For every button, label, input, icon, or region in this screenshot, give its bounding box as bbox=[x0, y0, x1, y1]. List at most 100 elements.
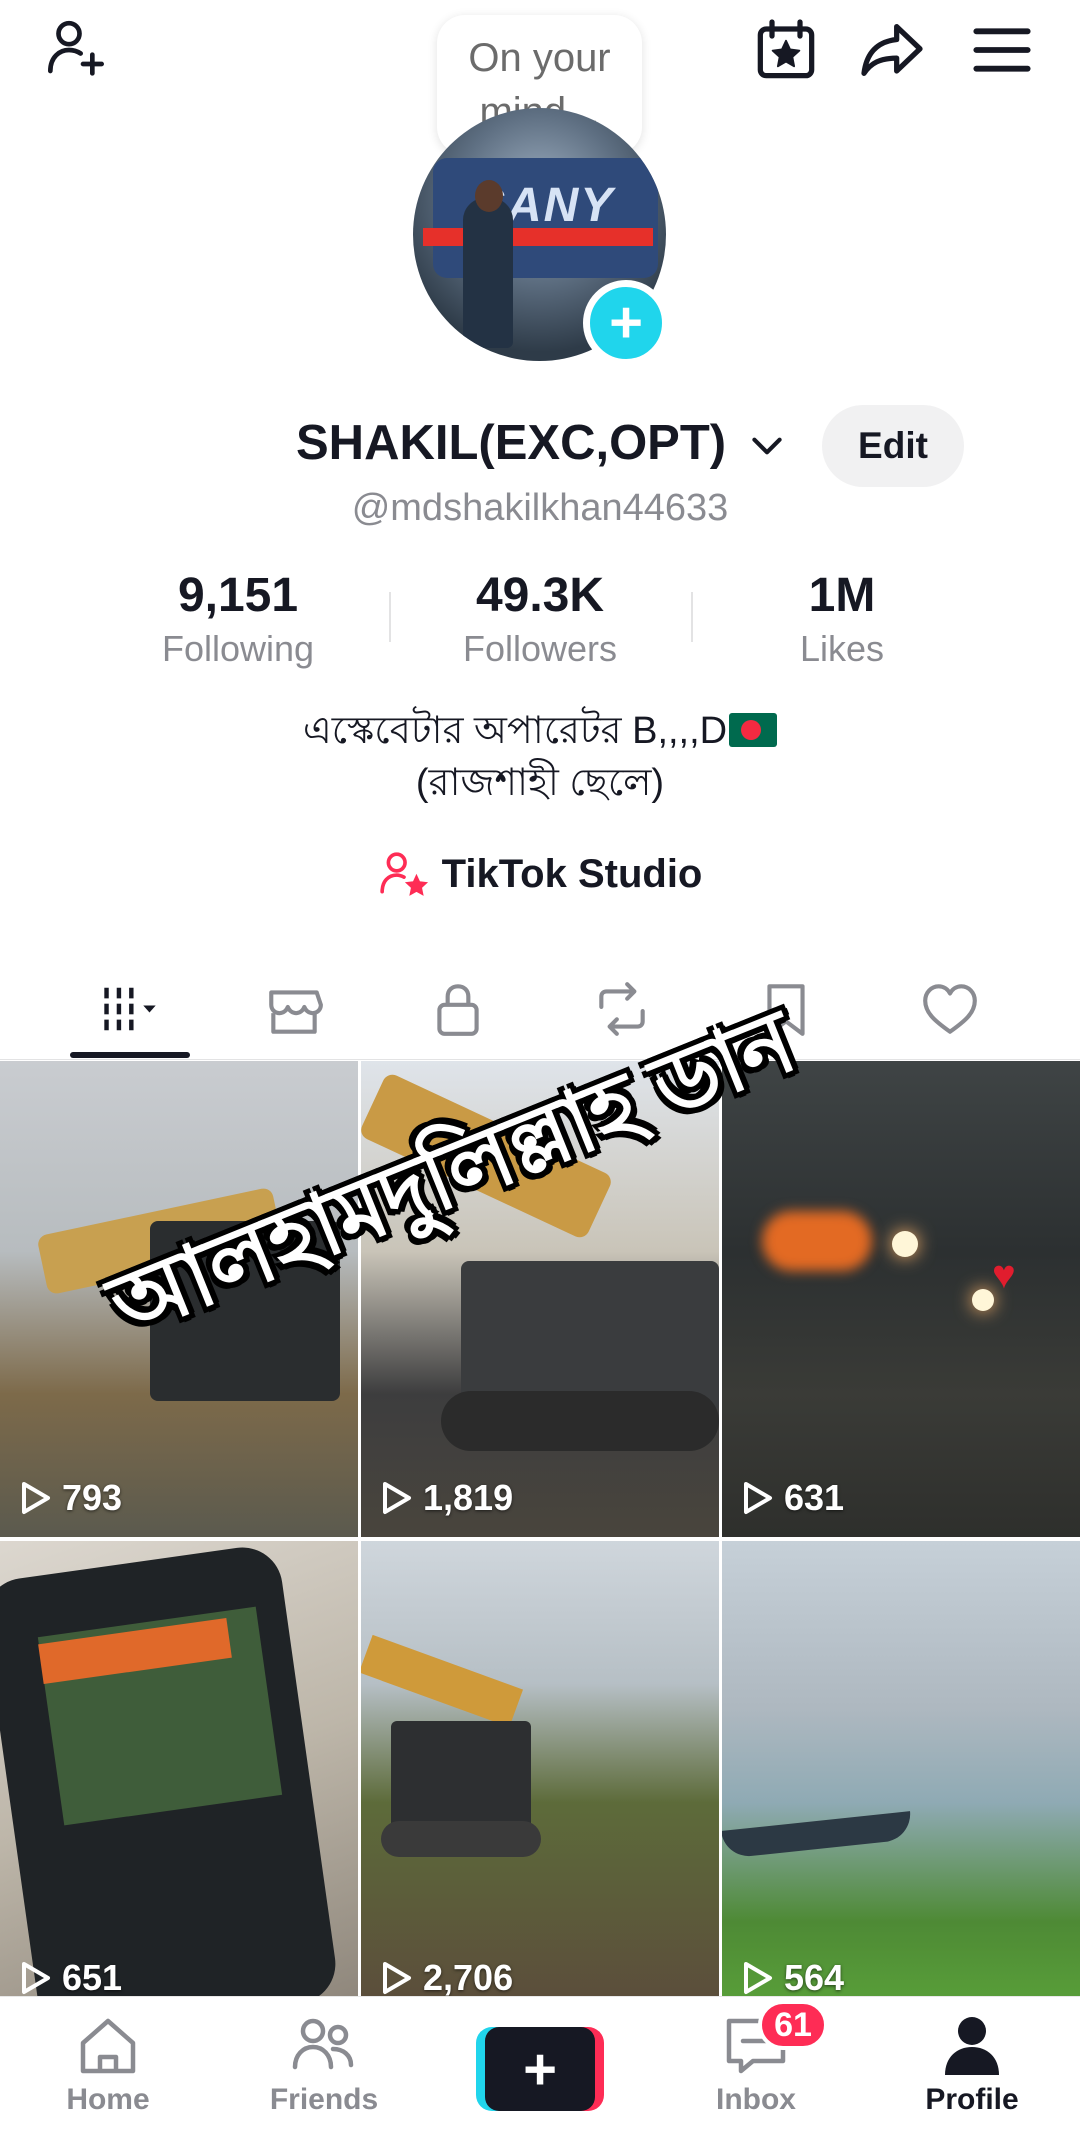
excavator-body bbox=[461, 1261, 719, 1411]
add-friend-button[interactable] bbox=[36, 10, 116, 90]
person-plus-icon bbox=[48, 20, 104, 76]
nav-inbox-label: Inbox bbox=[716, 2083, 796, 2116]
play-icon bbox=[383, 1962, 411, 1994]
inbox-badge: 61 bbox=[758, 2000, 828, 2050]
bottom-nav: Home Friends + Inbox Profile bbox=[0, 1996, 1080, 2132]
view-count: 651 bbox=[18, 1957, 122, 1999]
view-count-text: 793 bbox=[62, 1477, 123, 1518]
tab-shop[interactable] bbox=[212, 958, 376, 1060]
nav-friends-label: Friends bbox=[269, 2083, 379, 2116]
light-glow bbox=[762, 1211, 872, 1271]
tab-saved[interactable] bbox=[704, 958, 868, 1060]
view-count-text: 564 bbox=[784, 1957, 845, 1998]
calendar-star-icon bbox=[757, 19, 815, 79]
tab-indicator bbox=[70, 1052, 190, 1058]
bio-line-1: এস্কেবেটার অপারেটর B,,,,D bbox=[0, 705, 1080, 757]
light-dot bbox=[892, 1231, 918, 1257]
video-thumbnail[interactable]: 564 bbox=[722, 1541, 1080, 2017]
friends-icon bbox=[292, 2018, 354, 2070]
heart-icon bbox=[923, 984, 977, 1034]
excavator-track bbox=[381, 1821, 541, 1857]
studio-icon bbox=[379, 852, 428, 896]
username-handle: @mdshakilkhan44633 bbox=[351, 487, 729, 529]
chevron-down-icon[interactable] bbox=[746, 425, 788, 467]
video-thumbnail[interactable]: 1,819 bbox=[361, 1061, 719, 1537]
stat-followers[interactable]: 49.3K Followers bbox=[390, 567, 690, 673]
nav-friends[interactable]: Friends bbox=[224, 1997, 424, 2132]
likes-label: Likes bbox=[799, 628, 885, 669]
content-tabs bbox=[0, 958, 1080, 1060]
play-icon bbox=[744, 1962, 772, 1994]
nav-home[interactable]: Home bbox=[8, 1997, 208, 2132]
menu-button[interactable] bbox=[962, 10, 1042, 90]
view-count: 2,706 bbox=[379, 1957, 513, 1999]
nav-home-label: Home bbox=[66, 2083, 150, 2116]
excavator-arm bbox=[361, 1634, 524, 1728]
view-count-text: 631 bbox=[784, 1477, 845, 1518]
video-grid: 793 1,819 ♥ 631 651 2,706 564 bbox=[0, 1061, 1080, 2017]
followers-count: 49.3K bbox=[475, 569, 605, 622]
excavator-arm bbox=[361, 1071, 615, 1241]
excavator-cab bbox=[150, 1221, 340, 1401]
repost-icon bbox=[599, 982, 645, 1036]
view-count-text: 2,706 bbox=[423, 1957, 514, 1998]
following-count: 9,151 bbox=[177, 569, 299, 622]
studio-label: TikTok Studio bbox=[441, 851, 703, 896]
shop-icon bbox=[269, 990, 323, 1034]
share-button[interactable] bbox=[852, 10, 932, 90]
play-icon bbox=[22, 1482, 50, 1514]
excavator-track bbox=[441, 1391, 719, 1451]
edit-profile-button[interactable]: Edit bbox=[822, 405, 964, 487]
stat-likes[interactable]: 1M Likes bbox=[692, 567, 992, 673]
home-icon bbox=[80, 2018, 136, 2074]
bangladesh-flag-icon bbox=[729, 713, 778, 747]
view-count-text: 651 bbox=[62, 1957, 123, 1998]
view-count-text: 1,819 bbox=[423, 1477, 514, 1518]
tab-videos[interactable] bbox=[48, 958, 212, 1060]
likes-count: 1M bbox=[808, 569, 876, 622]
avatar-person bbox=[463, 198, 513, 348]
view-count: 564 bbox=[740, 1957, 844, 1999]
play-icon bbox=[744, 1482, 772, 1514]
nav-profile-label: Profile bbox=[925, 2083, 1019, 2116]
stats-row: 9,151 Following 49.3K Followers 1M Likes bbox=[0, 567, 1080, 677]
create-button[interactable]: + bbox=[476, 2027, 604, 2111]
excavator-cab bbox=[391, 1721, 531, 1831]
calendar-button[interactable] bbox=[746, 10, 826, 90]
play-icon bbox=[383, 1482, 411, 1514]
boat bbox=[722, 1811, 913, 1859]
share-arrow-icon bbox=[861, 24, 923, 76]
display-name[interactable]: SHAKIL(EXC,OPT) bbox=[296, 415, 726, 471]
grid-bars-icon bbox=[104, 987, 156, 1031]
bookmark-icon bbox=[767, 984, 805, 1036]
hamburger-icon bbox=[973, 28, 1031, 72]
tiktok-studio-link[interactable]: TikTok Studio bbox=[0, 848, 1080, 900]
plus-icon: + bbox=[609, 290, 643, 355]
tab-private[interactable] bbox=[376, 958, 540, 1060]
tab-liked[interactable] bbox=[868, 958, 1032, 1060]
video-thumbnail[interactable]: 2,706 bbox=[361, 1541, 719, 2017]
tab-reposts[interactable] bbox=[540, 958, 704, 1060]
lock-icon bbox=[437, 984, 479, 1036]
heart-emoji-icon: ♥ bbox=[992, 1253, 1016, 1297]
bio-line-2: (রাজশাহী ছেলে) bbox=[415, 762, 665, 804]
view-count: 1,819 bbox=[379, 1477, 513, 1519]
followers-label: Followers bbox=[462, 628, 618, 669]
bio-line-1-text: এস্কেবেটার অপারেটর B,,,,D bbox=[302, 710, 728, 752]
stat-following[interactable]: 9,151 Following bbox=[88, 567, 388, 673]
light-dot bbox=[972, 1289, 994, 1311]
view-count: 793 bbox=[18, 1477, 122, 1519]
avatar-head bbox=[475, 180, 503, 212]
video-thumbnail[interactable]: ♥ 631 bbox=[722, 1061, 1080, 1537]
profile-icon bbox=[945, 2017, 999, 2075]
play-icon bbox=[22, 1962, 50, 1994]
video-thumbnail[interactable]: 651 bbox=[0, 1541, 358, 2017]
video-thumbnail[interactable]: 793 bbox=[0, 1061, 358, 1537]
add-story-button[interactable]: + bbox=[583, 280, 669, 366]
following-label: Following bbox=[161, 628, 315, 669]
name-row: SHAKIL(EXC,OPT) Edit bbox=[0, 405, 1080, 487]
view-count: 631 bbox=[740, 1477, 844, 1519]
bio: এস্কেবেটার অপারেটর B,,,,D (রাজশাহী ছেলে) bbox=[0, 705, 1080, 809]
nav-profile[interactable]: Profile bbox=[872, 1997, 1072, 2132]
plus-icon: + bbox=[485, 2027, 595, 2111]
